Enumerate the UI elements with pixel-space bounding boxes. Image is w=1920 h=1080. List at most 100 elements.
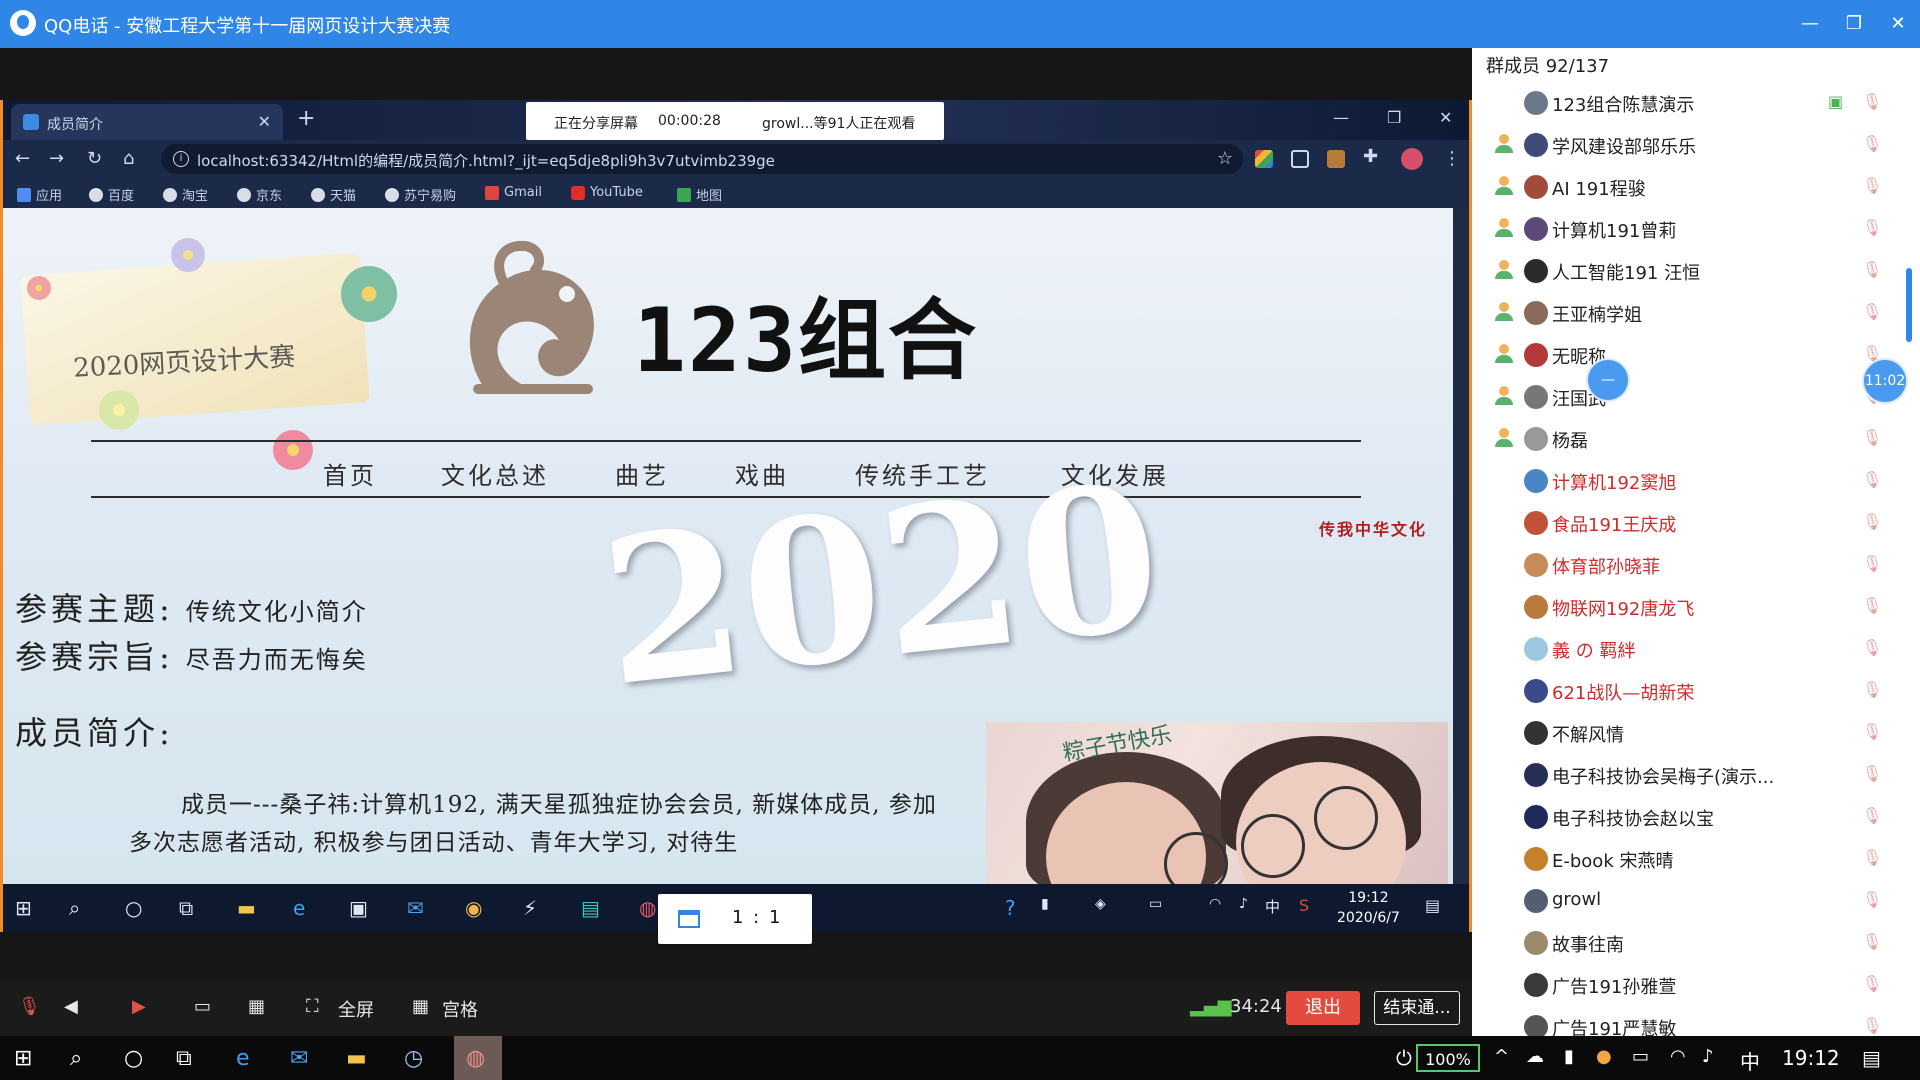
member-row[interactable]: 621战队—胡新荣 🎙 bbox=[1472, 670, 1902, 712]
wifi-icon[interactable]: ◠ bbox=[1209, 896, 1221, 912]
edge-icon[interactable]: e bbox=[293, 896, 305, 920]
notification-icon[interactable]: ▤ bbox=[1425, 896, 1440, 915]
battery-icon[interactable]: ▭ bbox=[1149, 896, 1162, 912]
mic-muted-icon[interactable]: 🎙 bbox=[1862, 512, 1882, 532]
mic-muted-icon[interactable]: 🎙 bbox=[1862, 722, 1882, 742]
member-row[interactable]: 无昵称 🎙 bbox=[1472, 334, 1902, 376]
mic-muted-icon[interactable]: 🎙 bbox=[1862, 1016, 1882, 1036]
member-row[interactable]: 食品191王庆成 🎙 bbox=[1472, 502, 1902, 544]
battery-indicator[interactable]: 100% bbox=[1416, 1044, 1480, 1072]
grid-view-button[interactable]: 宫格 bbox=[442, 996, 478, 1022]
mic-muted-icon[interactable]: 🎙 bbox=[18, 996, 41, 1017]
member-row[interactable]: 人工智能191 汪恒 🎙 bbox=[1472, 250, 1902, 292]
member-row[interactable]: 故事往南 🎙 bbox=[1472, 922, 1902, 964]
help-icon[interactable]: ? bbox=[1005, 896, 1016, 920]
mic-muted-icon[interactable]: 🎙 bbox=[1862, 932, 1882, 952]
webstorm-icon[interactable]: ▤ bbox=[581, 896, 600, 920]
browser-app-icon[interactable]: ◉ bbox=[465, 896, 482, 920]
view-ratio-button[interactable]: 1 : 1 bbox=[658, 894, 812, 944]
member-row[interactable]: 杨磊 🎙 bbox=[1472, 418, 1902, 460]
volume-icon[interactable]: ♪ bbox=[1702, 1046, 1714, 1067]
member-row[interactable]: AI 191程骏 🎙 bbox=[1472, 166, 1902, 208]
mic-muted-icon[interactable]: 🎙 bbox=[1862, 176, 1882, 196]
power-plug-icon[interactable]: ⏻ bbox=[1396, 1046, 1412, 1070]
mic-muted-icon[interactable]: 🎙 bbox=[1862, 428, 1882, 448]
qq-app-icon[interactable]: ◍ bbox=[639, 896, 656, 920]
notification-center-icon[interactable]: ▤ bbox=[1862, 1046, 1881, 1070]
wifi-icon[interactable]: ◠ bbox=[1670, 1046, 1686, 1067]
fullscreen-button[interactable]: 全屏 bbox=[338, 996, 374, 1022]
restore-icon[interactable]: ❐ bbox=[1840, 10, 1868, 38]
cortana-icon[interactable]: ○ bbox=[125, 896, 142, 920]
mic-tray-icon[interactable]: ▮ bbox=[1564, 1046, 1574, 1067]
search-icon[interactable]: ⌕ bbox=[70, 1046, 82, 1071]
members-scrollbar[interactable] bbox=[1906, 268, 1912, 342]
file-explorer-icon[interactable]: ▬ bbox=[346, 1046, 367, 1071]
start-icon[interactable]: ⊞ bbox=[14, 1046, 32, 1071]
clock-app-icon[interactable]: ◷ bbox=[404, 1046, 423, 1071]
member-row[interactable]: 義 の 羁絆 🎙 bbox=[1472, 628, 1902, 670]
mic-muted-icon[interactable]: 🎙 bbox=[1862, 218, 1882, 238]
screen-share-icon[interactable]: ▭ bbox=[194, 996, 211, 1017]
mic-muted-icon[interactable]: 🎙 bbox=[1862, 806, 1882, 826]
mic-muted-icon[interactable]: 🎙 bbox=[1862, 680, 1882, 700]
member-row[interactable]: 学风建设部邬乐乐 🎙 bbox=[1472, 124, 1902, 166]
member-row[interactable]: 不解风情 🎙 bbox=[1472, 712, 1902, 754]
member-row[interactable]: E-book 宋燕晴 🎙 bbox=[1472, 838, 1902, 880]
member-row[interactable]: 123组合陈慧演示 ▣ 🎙 bbox=[1472, 82, 1902, 124]
mic-muted-icon[interactable]: 🎙 bbox=[1862, 302, 1882, 322]
mail-icon[interactable]: ✉ bbox=[407, 896, 424, 920]
inner-clock[interactable]: 19:12 2020/6/7 bbox=[1337, 888, 1400, 928]
mic-muted-icon[interactable]: 🎙 bbox=[1862, 890, 1882, 910]
mail-icon[interactable]: ✉ bbox=[290, 1046, 308, 1071]
search-icon[interactable]: ⌕ bbox=[69, 896, 80, 920]
mic-muted-icon[interactable]: 🎙 bbox=[1862, 638, 1882, 658]
floating-bubble[interactable]: — bbox=[1586, 358, 1630, 402]
pin-app-icon[interactable]: ⚡ bbox=[523, 896, 537, 920]
start-icon[interactable]: ⊞ bbox=[15, 896, 32, 920]
member-row[interactable]: 广告191孙雅萱 🎙 bbox=[1472, 964, 1902, 1006]
mic-muted-icon[interactable]: 🎙 bbox=[1862, 134, 1882, 154]
end-call-button[interactable]: 结束通... bbox=[1374, 991, 1460, 1025]
volume-icon[interactable]: ♪ bbox=[1239, 896, 1248, 912]
fullscreen-icon[interactable]: ⛶ bbox=[306, 996, 319, 1017]
floating-time-bubble[interactable]: 11:02 bbox=[1862, 358, 1908, 404]
exit-button[interactable]: 退出 bbox=[1286, 991, 1360, 1025]
camera-off-icon[interactable]: ▶ bbox=[132, 996, 146, 1017]
mic-muted-icon[interactable]: 🎙 bbox=[1862, 92, 1882, 112]
member-row[interactable]: 物联网192唐龙飞 🎙 bbox=[1472, 586, 1902, 628]
minimize-icon[interactable]: — bbox=[1796, 10, 1824, 38]
tray-app-icon[interactable]: ▮ bbox=[1041, 896, 1049, 912]
close-icon[interactable]: ✕ bbox=[1884, 10, 1912, 38]
tray-s-icon[interactable]: S bbox=[1299, 896, 1309, 915]
battery-tray-icon[interactable]: ▭ bbox=[1632, 1046, 1649, 1067]
file-explorer-icon[interactable]: ▬ bbox=[237, 896, 256, 920]
cortana-icon[interactable]: ○ bbox=[124, 1046, 143, 1071]
member-row[interactable]: 电子科技协会赵以宝 🎙 bbox=[1472, 796, 1902, 838]
speaker-icon[interactable]: ◀ bbox=[64, 996, 78, 1017]
whiteboard-icon[interactable]: ▦ bbox=[248, 996, 265, 1017]
mic-muted-icon[interactable]: 🎙 bbox=[1862, 470, 1882, 490]
task-view-icon[interactable]: ⧉ bbox=[179, 896, 193, 920]
mic-muted-icon[interactable]: 🎙 bbox=[1862, 260, 1882, 280]
mic-muted-icon[interactable]: 🎙 bbox=[1862, 764, 1882, 784]
edge-icon[interactable]: e bbox=[236, 1046, 250, 1071]
qq-app-icon[interactable]: ◍ bbox=[466, 1046, 485, 1071]
cloud-icon[interactable]: ☁ bbox=[1526, 1046, 1544, 1067]
tray-shield-icon[interactable]: ◈ bbox=[1095, 896, 1106, 912]
member-row[interactable]: 计算机191曾莉 🎙 bbox=[1472, 208, 1902, 250]
grid-icon[interactable]: ▦ bbox=[412, 996, 429, 1017]
ime-indicator[interactable]: 中 bbox=[1740, 1046, 1760, 1075]
tray-chevron-icon[interactable]: ^ bbox=[1494, 1046, 1509, 1067]
store-icon[interactable]: ▣ bbox=[349, 896, 368, 920]
mic-muted-icon[interactable]: 🎙 bbox=[1862, 974, 1882, 994]
tray-app-icon[interactable]: ● bbox=[1596, 1046, 1612, 1067]
member-row[interactable]: growl 🎙 bbox=[1472, 880, 1902, 922]
member-row[interactable]: 体育部孙晓菲 🎙 bbox=[1472, 544, 1902, 586]
mic-muted-icon[interactable]: 🎙 bbox=[1862, 596, 1882, 616]
member-row[interactable]: 计算机192窦旭 🎙 bbox=[1472, 460, 1902, 502]
mic-muted-icon[interactable]: 🎙 bbox=[1862, 848, 1882, 868]
mic-muted-icon[interactable]: 🎙 bbox=[1862, 554, 1882, 574]
member-row[interactable]: 广告191严慧敏 🎙 bbox=[1472, 1006, 1902, 1036]
task-view-icon[interactable]: ⧉ bbox=[176, 1046, 192, 1071]
